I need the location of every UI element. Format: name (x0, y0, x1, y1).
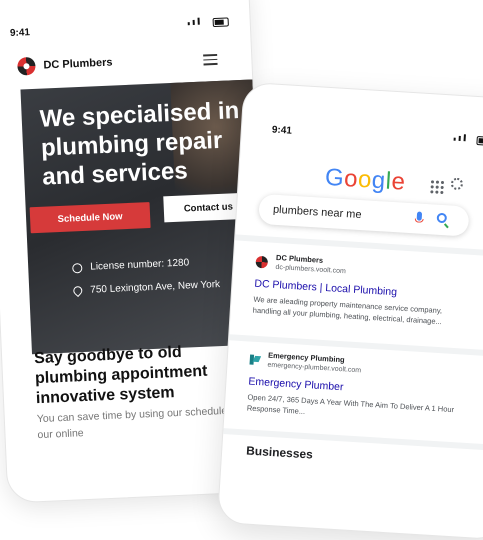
check-circle-icon (72, 262, 83, 273)
location-pin-icon (71, 284, 85, 298)
license-text: License number: 1280 (90, 257, 190, 273)
search-input[interactable]: plumbers near me (258, 193, 470, 237)
google-logo[interactable]: Google (324, 164, 406, 197)
signal-icon (187, 17, 200, 26)
hamburger-menu-icon[interactable] (203, 51, 218, 68)
google-lens-icon[interactable] (436, 212, 448, 224)
apps-grid-icon[interactable] (430, 180, 445, 195)
dc-plumbers-logo-icon[interactable] (17, 56, 36, 76)
battery-icon (476, 135, 483, 146)
emergency-plumbing-favicon-icon (249, 353, 260, 366)
google-search-phone-mockup: 9:41 Google plumbers near me DC Plumbers… (216, 81, 483, 540)
search-query[interactable]: plumbers near me (273, 204, 362, 221)
site-header: DC Plumbers (17, 54, 113, 76)
battery-icon (212, 17, 229, 28)
signal-icon (453, 134, 466, 142)
address-row: 750 Lexington Ave, New York (71, 279, 221, 298)
gear-icon[interactable] (450, 177, 464, 191)
status-time: 9:41 (9, 27, 31, 39)
microphone-icon[interactable] (416, 211, 423, 221)
address-text: 750 Lexington Ave, New York (90, 279, 221, 296)
hero-title: We specialised in plumbing repair and se… (39, 97, 240, 191)
businesses-heading: Businesses (245, 443, 314, 462)
status-time: 9:41 (271, 124, 293, 137)
brand-name[interactable]: DC Plumbers (43, 57, 113, 72)
section-title: Say goodbye to old plumbing appointment … (33, 343, 208, 408)
search-result[interactable]: Emergency Plumbing emergency-plumber.voo… (247, 350, 466, 427)
dc-plumbers-favicon-icon (255, 255, 269, 268)
license-row: License number: 1280 (72, 257, 189, 273)
schedule-now-button[interactable]: Schedule Now (29, 202, 151, 234)
search-result[interactable]: DC Plumbers dc-plumbers.voolt.com DC Plu… (252, 252, 471, 329)
